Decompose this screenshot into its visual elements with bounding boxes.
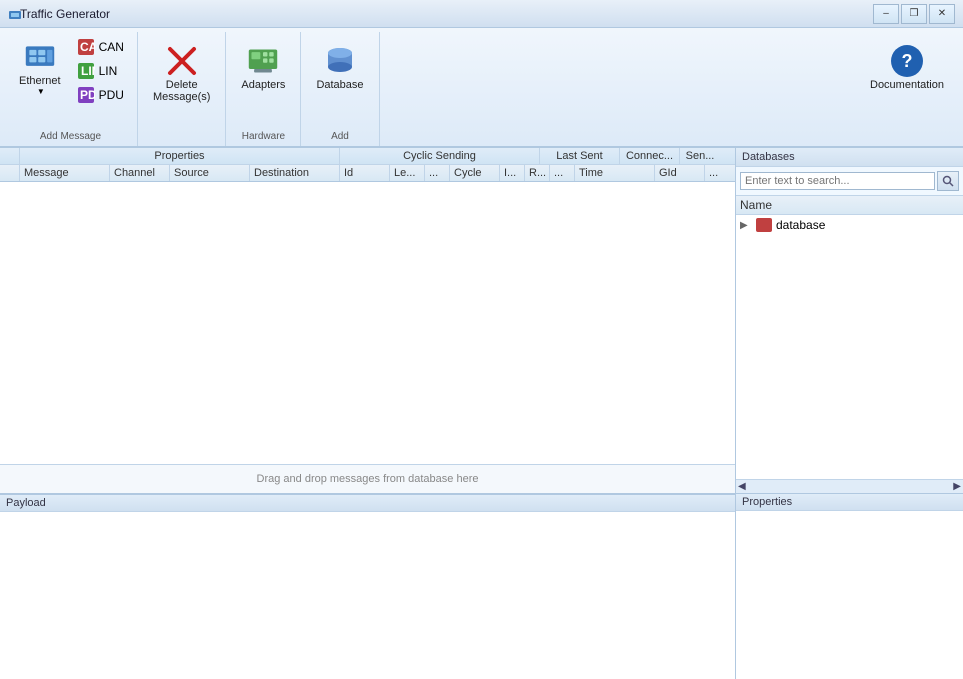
table-body — [0, 182, 735, 464]
db-scroll-right[interactable]: ▶ — [953, 481, 961, 492]
restore-button[interactable]: ❒ — [901, 4, 927, 24]
db-column-header: Name — [736, 196, 963, 215]
search-button[interactable] — [937, 171, 959, 191]
pdu-button[interactable]: PDU PDU — [72, 84, 129, 106]
col-cycle: Cycle — [450, 165, 500, 181]
add-message-group-label: Add Message — [40, 129, 101, 146]
col-r: R... — [525, 165, 550, 181]
db-item-label: database — [776, 218, 825, 232]
db-file-icon — [756, 218, 772, 232]
documentation-button[interactable]: ? Documentation — [863, 40, 951, 96]
search-bar — [736, 167, 963, 196]
properties-title: Properties — [736, 494, 963, 511]
pdu-label: PDU — [99, 88, 124, 102]
ethernet-icon-wrapper — [24, 41, 56, 73]
help-icon: ? — [891, 45, 923, 77]
table-group-header-row: Properties Cyclic Sending Last Sent Conn… — [0, 148, 735, 165]
window-controls: – ❒ ✕ — [873, 4, 955, 24]
group-cell-sen: Sen... — [680, 148, 720, 164]
ethernet-label: Ethernet — [19, 75, 61, 87]
db-item-database[interactable]: ▶ database — [736, 215, 963, 235]
ribbon-spacer — [380, 32, 855, 146]
delete-icon — [166, 45, 198, 77]
db-expand-icon: ▶ — [740, 220, 756, 231]
group-cell-checkbox — [0, 148, 20, 164]
adapters-sub-label: Adapters — [241, 79, 285, 91]
ribbon-group-adapters: Adapters Hardware — [226, 32, 301, 146]
databases-panel: Databases Name ▶ database — [736, 148, 963, 494]
small-buttons: CAN CAN LIN LIN PDU — [72, 36, 129, 106]
col-i: I... — [500, 165, 525, 181]
payload-title: Payload — [0, 495, 735, 512]
col-dot2: ... — [550, 165, 575, 181]
database-button[interactable]: Database — [309, 40, 370, 96]
col-gid: GId — [655, 165, 705, 181]
group-cell-connec: Connec... — [620, 148, 680, 164]
svg-text:PDU: PDU — [80, 88, 95, 102]
search-input[interactable] — [740, 172, 935, 190]
left-panel: Properties Cyclic Sending Last Sent Conn… — [0, 148, 736, 679]
col-channel: Channel — [110, 165, 170, 181]
col-dot1: ... — [425, 165, 450, 181]
db-tree: ▶ database — [736, 215, 963, 479]
delete-label: Delete Message(s) — [153, 79, 210, 103]
can-button[interactable]: CAN CAN — [72, 36, 129, 58]
group-cell-lastsent: Last Sent — [540, 148, 620, 164]
window-title: Traffic Generator — [20, 7, 873, 21]
ribbon-group-help: ? Documentation x — [855, 32, 959, 146]
adapters-group-label: Hardware — [242, 129, 285, 146]
database-label: Database — [316, 79, 363, 91]
lin-button[interactable]: LIN LIN — [72, 60, 129, 82]
delete-button[interactable]: Delete Message(s) — [146, 40, 217, 108]
app-icon — [8, 8, 20, 20]
add-message-buttons: Ethernet ▼ CAN CAN LIN — [12, 36, 129, 106]
properties-content — [736, 511, 963, 679]
group-cell-properties: Properties — [20, 148, 340, 164]
close-button[interactable]: ✕ — [929, 4, 955, 24]
col-destination: Destination — [250, 165, 340, 181]
group-cell-cyclic: Cyclic Sending — [340, 148, 540, 164]
payload-content — [0, 512, 735, 679]
col-message: Message — [20, 165, 110, 181]
db-scroll-left[interactable]: ◀ — [738, 481, 746, 492]
properties-panel: Properties — [736, 494, 963, 679]
main-content: Properties Cyclic Sending Last Sent Conn… — [0, 148, 963, 679]
lin-label: LIN — [99, 64, 118, 78]
right-panel: Databases Name ▶ database — [736, 148, 963, 679]
col-id: Id — [340, 165, 390, 181]
db-scrollbar: ◀ ▶ — [736, 479, 963, 493]
col-time: Time — [575, 165, 655, 181]
adapters-icon — [247, 45, 279, 77]
svg-text:LIN: LIN — [81, 64, 95, 78]
ribbon-group-database: Database Add — [301, 32, 379, 146]
ethernet-button[interactable]: Ethernet ▼ — [12, 36, 68, 106]
database-group-label: Add — [331, 129, 349, 146]
payload-panel: Payload — [0, 494, 735, 679]
title-bar: Traffic Generator – ❒ ✕ — [0, 0, 963, 28]
table-column-header-row: Message Channel Source Destination Id Le… — [0, 165, 735, 182]
ribbon-group-delete: Delete Message(s) x — [138, 32, 226, 146]
col-source: Source — [170, 165, 250, 181]
minimize-button[interactable]: – — [873, 4, 899, 24]
can-label: CAN — [99, 40, 124, 54]
db-name-column: Name — [740, 198, 772, 212]
databases-title: Databases — [736, 148, 963, 167]
ribbon-group-add-message: Ethernet ▼ CAN CAN LIN — [4, 32, 138, 146]
documentation-label: Documentation — [870, 79, 944, 91]
database-icon — [324, 45, 356, 77]
adapters-button[interactable]: Adapters — [234, 40, 292, 96]
ribbon: Ethernet ▼ CAN CAN LIN — [0, 28, 963, 148]
col-checkbox — [0, 165, 20, 181]
col-dot3: ... — [705, 165, 735, 181]
message-table: Properties Cyclic Sending Last Sent Conn… — [0, 148, 735, 494]
drag-drop-hint: Drag and drop messages from database her… — [0, 464, 735, 493]
col-le: Le... — [390, 165, 425, 181]
ethernet-dropdown-arrow: ▼ — [37, 87, 45, 96]
svg-text:CAN: CAN — [80, 40, 95, 54]
